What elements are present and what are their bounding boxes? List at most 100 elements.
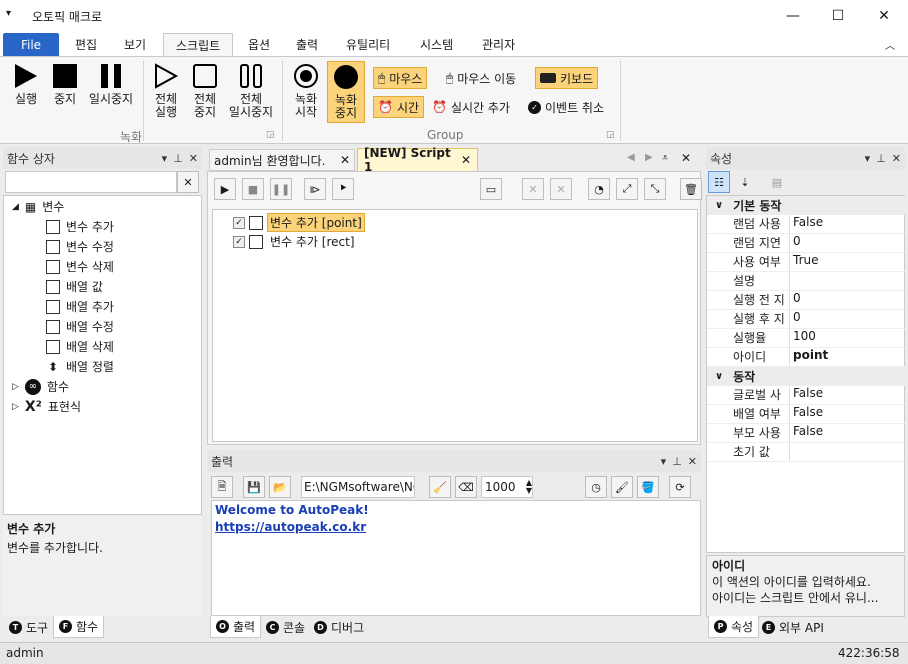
- mouse-toggle[interactable]: 🖱 마우스: [373, 67, 428, 89]
- close-icon[interactable]: ✕: [688, 455, 697, 468]
- pause-button[interactable]: 일시중지: [86, 63, 136, 106]
- property-row[interactable]: 글로벌 사 False: [707, 386, 905, 405]
- expand-icon[interactable]: ◢: [12, 202, 19, 212]
- sort-az-icon[interactable]: ⇣: [734, 171, 756, 193]
- close-icon[interactable]: ✕: [892, 152, 901, 165]
- delete-disabled-icon[interactable]: ✕: [522, 178, 544, 200]
- keyboard-toggle[interactable]: 키보드: [535, 67, 599, 89]
- property-row[interactable]: 랜덤 사용 False: [707, 215, 905, 234]
- stop-all-button[interactable]: 전체 중지: [188, 63, 222, 119]
- tab-system[interactable]: 시스템: [408, 33, 465, 56]
- property-value[interactable]: True: [789, 253, 905, 271]
- property-value[interactable]: 0: [789, 291, 905, 309]
- step-over-icon[interactable]: ⯈: [332, 178, 354, 200]
- clear-search-button[interactable]: ✕: [177, 171, 199, 193]
- tab-functions[interactable]: F 함수: [53, 616, 105, 638]
- brush-icon[interactable]: 🖌: [611, 476, 633, 498]
- tree-item-array-sort[interactable]: ⬍ 배열 정렬: [46, 358, 114, 375]
- property-value[interactable]: False: [789, 386, 905, 404]
- tab-output-log[interactable]: O 출력: [210, 616, 262, 638]
- minimize-button[interactable]: —: [770, 0, 816, 32]
- tab-tools[interactable]: T 도구: [4, 616, 53, 638]
- trash-icon[interactable]: 🗑: [680, 178, 702, 200]
- tab-debug[interactable]: D 디버그: [309, 616, 369, 638]
- property-value[interactable]: False: [789, 424, 905, 442]
- dialog-launcher-icon[interactable]: ◲: [606, 130, 615, 140]
- tree-item-array-add[interactable]: 배열 추가: [46, 298, 114, 315]
- expand-icon[interactable]: ⤢: [616, 178, 638, 200]
- property-value[interactable]: 100: [789, 329, 905, 347]
- dialog-launcher-icon[interactable]: ◲: [266, 130, 275, 140]
- eraser-icon[interactable]: ⌫: [455, 476, 477, 498]
- property-row[interactable]: 배열 여부 False: [707, 405, 905, 424]
- close-tab-icon[interactable]: ✕: [461, 153, 471, 167]
- system-menu-icon[interactable]: ▾: [6, 8, 11, 19]
- spin-icon[interactable]: ▲ ▼: [526, 479, 532, 495]
- tree-item-edit-variable[interactable]: 변수 수정: [46, 238, 114, 255]
- pin-icon[interactable]: ⊥: [173, 152, 183, 165]
- refresh-icon[interactable]: ⟳: [669, 476, 691, 498]
- property-row[interactable]: 부모 사용 False: [707, 424, 905, 443]
- tree-item-delete-variable[interactable]: 변수 삭제: [46, 258, 114, 275]
- run-button[interactable]: 실행: [10, 63, 42, 106]
- stop-icon[interactable]: ■: [242, 178, 264, 200]
- pause-all-button[interactable]: 전체 일시중지: [226, 63, 276, 119]
- clock-icon[interactable]: ◷: [585, 476, 607, 498]
- property-value[interactable]: point: [789, 348, 905, 366]
- clean-icon[interactable]: 🧹: [429, 476, 451, 498]
- collapse-icon[interactable]: ∨: [715, 200, 723, 211]
- tree-node-variables[interactable]: ◢ ▦ 변수: [12, 198, 64, 215]
- tab-utility[interactable]: 유틸리티: [334, 33, 402, 56]
- tab-properties[interactable]: P 속성: [708, 616, 760, 638]
- tree-item-array-value[interactable]: 배열 값: [46, 278, 103, 295]
- collapsed-icon[interactable]: ▷: [12, 402, 19, 412]
- checkbox-icon[interactable]: ✓: [233, 235, 245, 248]
- tab-file[interactable]: File: [3, 33, 59, 56]
- mouse-move-toggle[interactable]: 🖱 마우스 이동: [442, 67, 520, 89]
- folder-icon[interactable]: 📂: [269, 476, 291, 498]
- property-row[interactable]: 사용 여부 True: [707, 253, 905, 272]
- tree-item-add-variable[interactable]: 변수 추가: [46, 218, 114, 235]
- fill-icon[interactable]: 🪣: [637, 476, 659, 498]
- stop-button[interactable]: 중지: [50, 63, 80, 106]
- log-path-input[interactable]: E:\NGMsoftware\NG: [301, 476, 415, 498]
- close-button[interactable]: ✕: [861, 0, 907, 32]
- property-row[interactable]: 아이디 point: [707, 348, 905, 367]
- tab-list-icon[interactable]: ⩡: [662, 151, 668, 165]
- tab-output[interactable]: 출력: [284, 33, 330, 56]
- tab-admin[interactable]: 관리자: [470, 33, 527, 56]
- save-icon[interactable]: 💾: [243, 476, 265, 498]
- website-link[interactable]: https://autopeak.co.kr: [215, 520, 697, 534]
- property-row[interactable]: 실행율 100: [707, 329, 905, 348]
- tab-script-1[interactable]: [NEW] Script 1 ✕: [357, 146, 478, 174]
- collapse-icon[interactable]: ⤡: [644, 178, 666, 200]
- tab-options[interactable]: 옵션: [236, 33, 282, 56]
- checkbox-icon[interactable]: ✓: [233, 216, 245, 229]
- tab-script[interactable]: 스크립트: [163, 33, 234, 56]
- dropdown-icon[interactable]: ▾: [162, 152, 168, 165]
- script-line[interactable]: ✓ 변수 추가 [point]: [233, 213, 365, 232]
- tab-edit[interactable]: 편집: [63, 33, 109, 56]
- tree-node-functions[interactable]: ▷ ∞ 함수: [12, 378, 69, 395]
- property-value[interactable]: [789, 272, 905, 290]
- property-row[interactable]: 실행 후 지 0: [707, 310, 905, 329]
- collapse-ribbon-icon[interactable]: ︿: [885, 37, 895, 52]
- play-icon[interactable]: ▶: [214, 178, 236, 200]
- delete-all-disabled-icon[interactable]: ✕: [550, 178, 572, 200]
- property-value[interactable]: False: [789, 215, 905, 233]
- property-pages-icon[interactable]: ▤: [766, 171, 788, 193]
- collapse-icon[interactable]: ∨: [715, 371, 723, 382]
- step-into-icon[interactable]: ⧐: [304, 178, 326, 200]
- run-all-button[interactable]: 전체 실행: [148, 63, 184, 119]
- property-value[interactable]: 0: [789, 310, 905, 328]
- close-icon[interactable]: ✕: [189, 152, 198, 165]
- script-line[interactable]: ✓ 변수 추가 [rect]: [233, 233, 358, 250]
- new-log-icon[interactable]: 🗎: [211, 476, 233, 498]
- pin-icon[interactable]: ⊥: [876, 152, 886, 165]
- scroll-left-icon[interactable]: ◀: [627, 152, 635, 163]
- function-search-input[interactable]: [5, 171, 177, 193]
- property-value[interactable]: False: [789, 405, 905, 423]
- property-value[interactable]: 0: [789, 234, 905, 252]
- record-start-button[interactable]: 녹화 시작: [288, 63, 324, 119]
- pause-icon[interactable]: ❚❚: [270, 178, 292, 200]
